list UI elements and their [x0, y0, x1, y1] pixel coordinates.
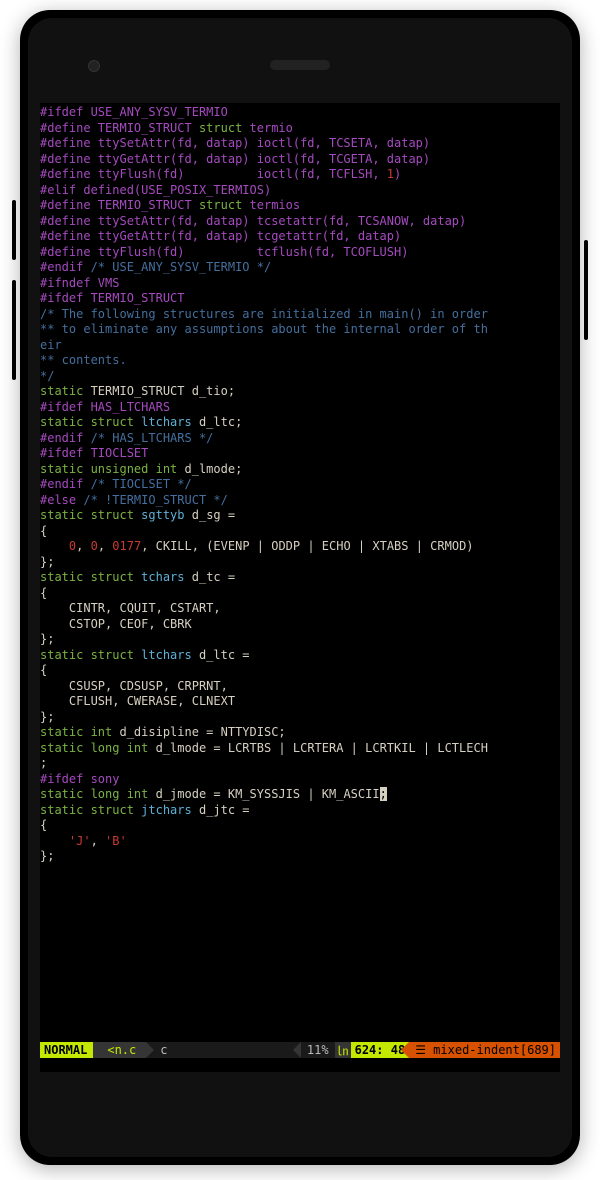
- code-line: ** contents.: [40, 353, 560, 369]
- code-line: CSUSP, CDSUSP, CRPRNT,: [40, 679, 560, 695]
- code-line: 'J', 'B': [40, 834, 560, 850]
- file-type: c: [146, 1042, 301, 1058]
- speaker-grille-icon: [270, 60, 330, 70]
- code-line: };: [40, 632, 560, 648]
- code-line: };: [40, 710, 560, 726]
- code-line: {: [40, 818, 560, 834]
- code-line: #define ttyGetAttr(fd, datap) ioctl(fd, …: [40, 152, 560, 168]
- vim-status-bar: NORMAL <n.c c 11% ㏑ 624: 48 ☰ mixed-inde…: [40, 1042, 560, 1058]
- file-name: <n.c: [93, 1042, 146, 1058]
- front-camera-icon: [88, 60, 100, 72]
- code-line: #ifdef HAS_LTCHARS: [40, 400, 560, 416]
- code-line: ** to eliminate any assumptions about th…: [40, 322, 560, 338]
- code-line: static long int d_jmode = KM_SYSSJIS | K…: [40, 787, 560, 803]
- code-line: */: [40, 369, 560, 385]
- code-line: #ifdef USE_ANY_SYSV_TERMIO: [40, 105, 560, 121]
- code-line: #endif /* HAS_LTCHARS */: [40, 431, 560, 447]
- code-line: #else /* !TERMIO_STRUCT */: [40, 493, 560, 509]
- code-line: static TERMIO_STRUCT d_tio;: [40, 384, 560, 400]
- code-buffer[interactable]: #ifdef USE_ANY_SYSV_TERMIO#define TERMIO…: [40, 103, 560, 1052]
- code-line: CINTR, CQUIT, CSTART,: [40, 601, 560, 617]
- device-frame: #ifdef USE_ANY_SYSV_TERMIO#define TERMIO…: [20, 10, 580, 1165]
- code-line: #ifdef TERMIO_STRUCT: [40, 291, 560, 307]
- code-line: #define ttyFlush(fd) tcflush(fd, TCOFLUS…: [40, 245, 560, 261]
- code-line: #define ttyFlush(fd) ioctl(fd, TCFLSH, 1…: [40, 167, 560, 183]
- code-line: static struct tchars d_tc =: [40, 570, 560, 586]
- line-label-icon: ㏑: [335, 1042, 351, 1058]
- code-line: CSTOP, CEOF, CBRK: [40, 617, 560, 633]
- code-line: #ifndef VMS: [40, 276, 560, 292]
- code-line: static long int d_lmode = LCRTBS | LCRTE…: [40, 741, 560, 757]
- code-line: };: [40, 555, 560, 571]
- lint-warning: ☰ mixed-indent[689]: [409, 1042, 560, 1058]
- code-line: #define ttySetAttr(fd, datap) ioctl(fd, …: [40, 136, 560, 152]
- code-line: /* The following structures are initiali…: [40, 307, 560, 323]
- code-line: static struct sgttyb d_sg =: [40, 508, 560, 524]
- device-bezel: #ifdef USE_ANY_SYSV_TERMIO#define TERMIO…: [28, 18, 572, 1157]
- code-line: static struct jtchars d_jtc =: [40, 803, 560, 819]
- code-line: #endif /* TIOCLSET */: [40, 477, 560, 493]
- code-line: #elif defined(USE_POSIX_TERMIOS): [40, 183, 560, 199]
- code-line: #ifdef sony: [40, 772, 560, 788]
- code-line: {: [40, 586, 560, 602]
- code-line: #ifdef TIOCLSET: [40, 446, 560, 462]
- code-line: static struct ltchars d_ltc;: [40, 415, 560, 431]
- code-line: #define TERMIO_STRUCT struct termio: [40, 121, 560, 137]
- code-line: {: [40, 524, 560, 540]
- code-line: 0, 0, 0177, CKILL, (EVENP | ODDP | ECHO …: [40, 539, 560, 555]
- scroll-percent: 11%: [301, 1042, 335, 1058]
- code-line: #define ttyGetAttr(fd, datap) tcgetattr(…: [40, 229, 560, 245]
- code-line: {: [40, 663, 560, 679]
- code-line: static struct ltchars d_ltc =: [40, 648, 560, 664]
- code-line: CFLUSH, CWERASE, CLNEXT: [40, 694, 560, 710]
- code-line: #define ttySetAttr(fd, datap) tcsetattr(…: [40, 214, 560, 230]
- code-line: #define TERMIO_STRUCT struct termios: [40, 198, 560, 214]
- code-line: };: [40, 849, 560, 865]
- code-line: static unsigned int d_lmode;: [40, 462, 560, 478]
- mode-indicator: NORMAL: [40, 1042, 93, 1058]
- code-line: eir: [40, 338, 560, 354]
- terminal-screen[interactable]: #ifdef USE_ANY_SYSV_TERMIO#define TERMIO…: [40, 103, 560, 1072]
- code-line: static int d_disipline = NTTYDISC;: [40, 725, 560, 741]
- code-line: #endif /* USE_ANY_SYSV_TERMIO */: [40, 260, 560, 276]
- code-line: ;: [40, 756, 560, 772]
